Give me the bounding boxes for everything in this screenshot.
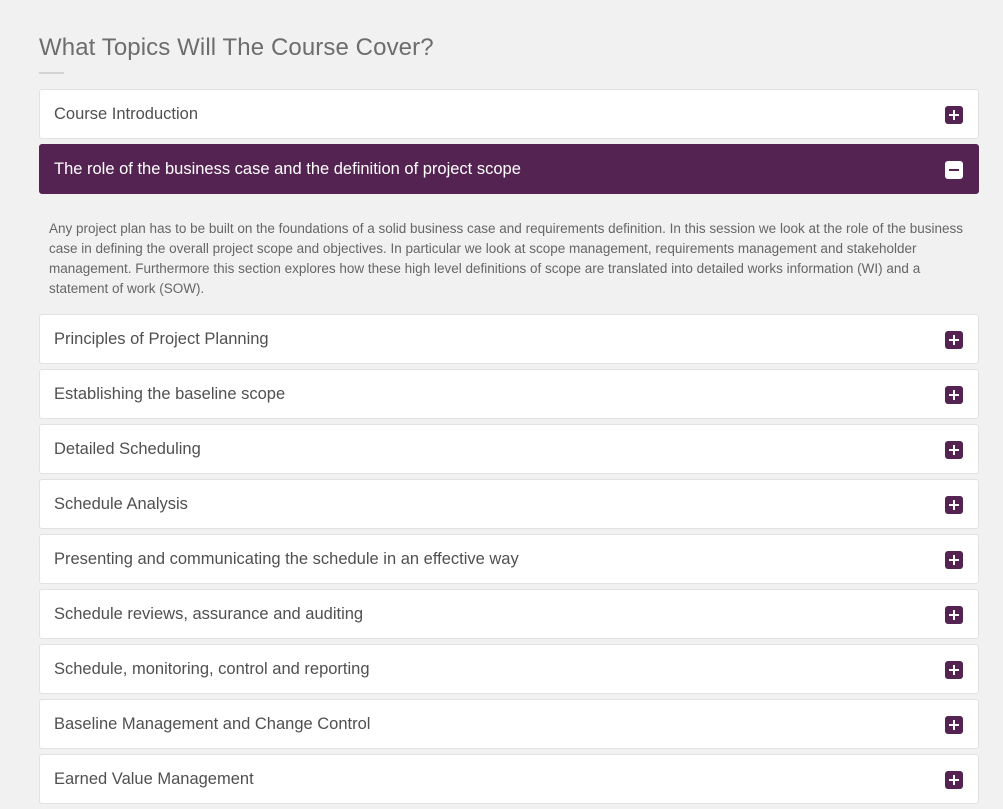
accordion-item-earned-value[interactable]: Earned Value Management: [39, 754, 979, 804]
accordion-item-label: Detailed Scheduling: [54, 440, 201, 458]
title-underline: [39, 72, 64, 74]
accordion-item-schedule-analysis[interactable]: Schedule Analysis: [39, 479, 979, 529]
accordion-item-business-case-scope[interactable]: The role of the business case and the de…: [39, 144, 979, 194]
accordion-item-label: Presenting and communicating the schedul…: [54, 550, 519, 568]
page-title: What Topics Will The Course Cover?: [39, 34, 434, 61]
accordion-item-label: The role of the business case and the de…: [54, 160, 521, 178]
minus-icon[interactable]: [945, 161, 963, 179]
accordion-item-schedule-reviews[interactable]: Schedule reviews, assurance and auditing: [39, 589, 979, 639]
plus-icon[interactable]: [945, 441, 963, 459]
plus-icon[interactable]: [945, 106, 963, 124]
plus-icon[interactable]: [945, 606, 963, 624]
plus-icon[interactable]: [945, 771, 963, 789]
plus-icon[interactable]: [945, 551, 963, 569]
accordion-item-schedule-monitoring[interactable]: Schedule, monitoring, control and report…: [39, 644, 979, 694]
accordion-item-baseline-management[interactable]: Baseline Management and Change Control: [39, 699, 979, 749]
accordion-item-label: Schedule reviews, assurance and auditing: [54, 605, 364, 623]
accordion-item-course-introduction[interactable]: Course Introduction: [39, 89, 979, 139]
plus-icon[interactable]: [945, 386, 963, 404]
accordion-item-label: Schedule, monitoring, control and report…: [54, 660, 370, 678]
accordion-item-presenting-schedule[interactable]: Presenting and communicating the schedul…: [39, 534, 979, 584]
accordion-item-detailed-scheduling[interactable]: Detailed Scheduling: [39, 424, 979, 474]
accordion-item-label: Establishing the baseline scope: [54, 385, 286, 403]
plus-icon[interactable]: [945, 331, 963, 349]
accordion-item-label: Earned Value Management: [54, 770, 254, 788]
accordion-item-label: Course Introduction: [54, 105, 198, 123]
accordion-item-label: Principles of Project Planning: [54, 330, 269, 348]
accordion-item-principles-of-project-planning[interactable]: Principles of Project Planning: [39, 314, 979, 364]
accordion-panel-body: Any project plan has to be built on the …: [49, 221, 964, 296]
course-topics-section: What Topics Will The Course Cover? Cours…: [39, 0, 979, 809]
plus-icon[interactable]: [945, 661, 963, 679]
topics-accordion: Course Introduction The role of the busi…: [39, 89, 979, 804]
plus-icon[interactable]: [945, 496, 963, 514]
plus-icon[interactable]: [945, 716, 963, 734]
accordion-item-baseline-scope[interactable]: Establishing the baseline scope: [39, 369, 979, 419]
accordion-item-label: Baseline Management and Change Control: [54, 715, 371, 733]
accordion-item-label: Schedule Analysis: [54, 495, 188, 513]
